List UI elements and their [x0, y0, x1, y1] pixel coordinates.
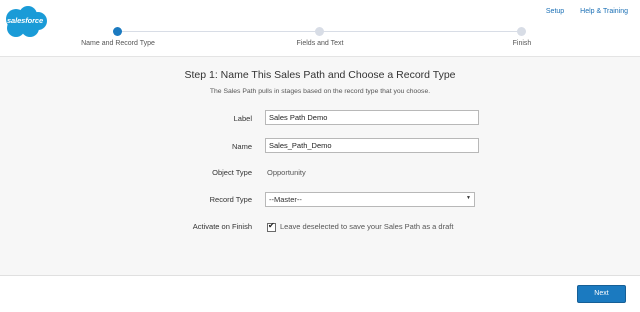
name-input[interactable]: [265, 138, 479, 153]
record-type-selected-value: --Master--: [269, 195, 302, 204]
activate-on-finish-label: Activate on Finish: [192, 222, 252, 231]
record-type-label: Record Type: [209, 195, 252, 204]
form-area: Step 1: Name This Sales Path and Choose …: [0, 57, 640, 276]
page: salesforce Setup Help & Training Name an…: [0, 0, 640, 312]
step-label-finish: Finish: [512, 40, 532, 47]
header-links: Setup Help & Training: [532, 8, 628, 15]
help-training-link[interactable]: Help & Training: [580, 8, 628, 15]
object-type-value: Opportunity: [267, 168, 306, 177]
step-label-name-record-type: Name and Record Type: [81, 40, 155, 47]
name-field-label: Name: [231, 142, 252, 151]
step-dot-finish: [517, 27, 526, 36]
label-field-label: Label: [233, 114, 252, 123]
record-type-select[interactable]: --Master-- ▼: [265, 192, 475, 207]
page-subtitle: The Sales Path pulls in stages based on …: [209, 88, 431, 95]
object-type-label: Object Type: [212, 168, 252, 177]
checkmark-icon: ✔: [268, 221, 275, 230]
step-dot-fields-text: [315, 27, 324, 36]
step-dot-name-record-type: [113, 27, 122, 36]
activate-help-text: Leave deselected to save your Sales Path…: [280, 222, 454, 231]
logo-text: salesforce: [6, 16, 44, 25]
activate-on-finish-checkbox[interactable]: ✔: [267, 221, 276, 232]
page-title: Step 1: Name This Sales Path and Choose …: [184, 69, 456, 81]
dropdown-caret-icon: ▼: [466, 195, 471, 201]
step-label-fields-text: Fields and Text: [296, 40, 344, 47]
salesforce-logo[interactable]: salesforce: [2, 5, 48, 39]
next-button[interactable]: Next: [577, 285, 626, 303]
header: salesforce Setup Help & Training Name an…: [0, 0, 640, 57]
label-input[interactable]: [265, 110, 479, 125]
setup-link[interactable]: Setup: [546, 8, 564, 15]
